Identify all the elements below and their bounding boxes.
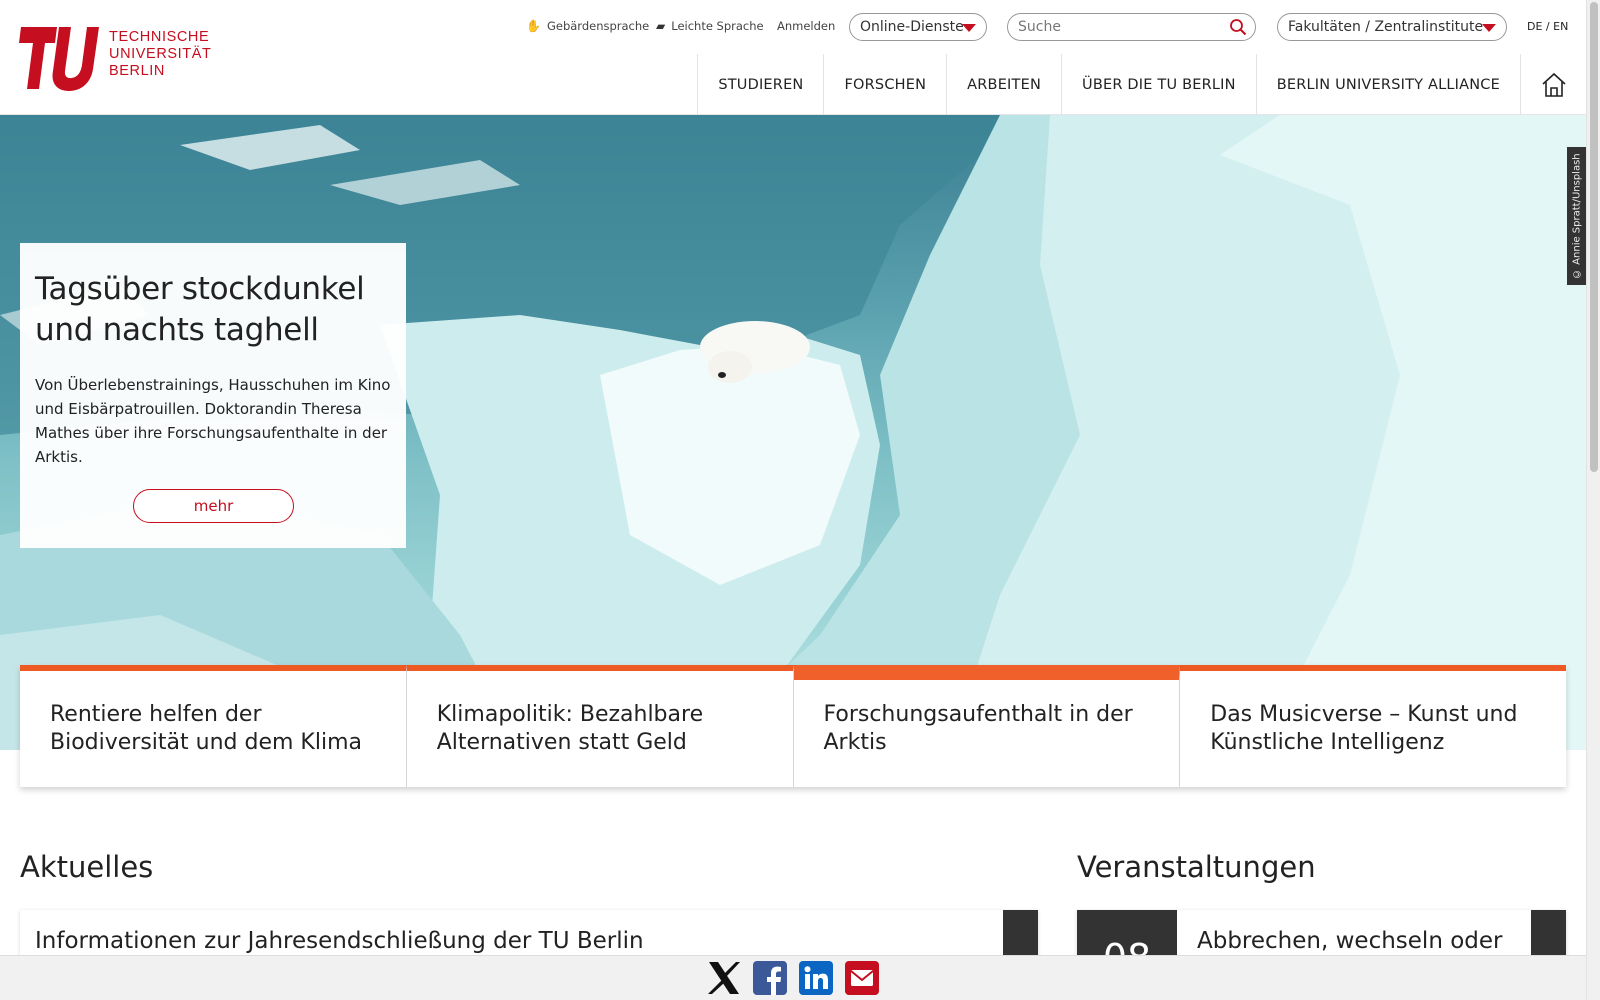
easy-language-link[interactable]: ▰ Leichte Sprache [656, 19, 764, 33]
login-link[interactable]: Anmelden [777, 19, 835, 33]
nav-forschen[interactable]: FORSCHEN [823, 54, 946, 115]
topic-tab-1[interactable]: Rentiere helfen der Biodiversität und de… [20, 665, 407, 787]
book-icon: ▰ [656, 19, 666, 33]
search-input[interactable] [1018, 17, 1218, 37]
logo-line-3: BERLIN [109, 63, 165, 79]
email-icon [845, 961, 879, 995]
linkedin-icon [799, 961, 833, 995]
topic-tab-3[interactable]: Forschungsaufenthalt in der Arktis [793, 665, 1181, 787]
nav-studieren[interactable]: STUDIEREN [697, 54, 823, 115]
scrollbar-thumb[interactable] [1590, 2, 1598, 472]
topic-tabs: Rentiere helfen der Biodiversität und de… [20, 665, 1566, 787]
facebook-icon [753, 961, 787, 995]
photo-credit: © Annie Spratt/Unsplash [1567, 147, 1587, 285]
nav-arbeiten[interactable]: ARBEITEN [946, 54, 1061, 115]
topic-tab-2[interactable]: Klimapolitik: Bezahlbare Alternativen st… [406, 665, 794, 787]
search-icon[interactable] [1229, 18, 1247, 36]
main-nav: STUDIEREN FORSCHEN ARBEITEN ÜBER DIE TU … [697, 54, 1586, 115]
topic-tab-4[interactable]: Das Musicverse – Kunst und Künstliche In… [1180, 665, 1566, 787]
online-services-label: Online-Dienste [860, 19, 964, 35]
logo-line-2: UNIVERSITÄT [109, 46, 212, 62]
share-linkedin-button[interactable] [798, 960, 834, 996]
page-scrollbar[interactable] [1586, 0, 1600, 1000]
share-email-button[interactable] [844, 960, 880, 996]
x-icon [708, 962, 740, 994]
site-header: TECHNISCHE UNIVERSITÄT BERLIN ✋ Gebärden… [0, 0, 1586, 115]
online-services-dropdown[interactable]: Online-Dienste [849, 13, 987, 41]
faculties-label: Fakultäten / Zentralinstitute [1288, 19, 1484, 35]
events-heading: Veranstaltungen [1077, 850, 1316, 884]
hero-text: Von Überlebenstrainings, Hausschuhen im … [35, 376, 391, 466]
home-button[interactable] [1520, 54, 1586, 115]
more-button[interactable]: mehr [133, 489, 294, 523]
chevron-down-icon [1482, 24, 1496, 32]
faculties-dropdown[interactable]: Fakultäten / Zentralinstitute [1277, 13, 1507, 41]
news-heading: Aktuelles [20, 850, 154, 884]
sign-language-icon: ✋ [526, 19, 541, 33]
news-item-title: Informationen zur Jahresendschließung de… [35, 928, 644, 954]
nav-berlin-university-alliance[interactable]: BERLIN UNIVERSITY ALLIANCE [1255, 54, 1520, 115]
sign-language-label: Gebärdensprache [546, 19, 650, 33]
hero-teaser-card: Tagsüber stockdunkel und nachts taghell … [20, 243, 406, 548]
share-facebook-button[interactable] [752, 960, 788, 996]
sign-language-link[interactable]: ✋ Gebärdensprache [526, 19, 649, 33]
search-box [1007, 13, 1256, 41]
share-bar [0, 955, 1586, 1000]
share-x-button[interactable] [706, 960, 742, 996]
easy-language-label: Leichte Sprache [671, 19, 764, 33]
nav-ueber-die-tu-berlin[interactable]: ÜBER DIE TU BERLIN [1061, 54, 1256, 115]
meta-nav: ✋ Gebärdensprache ▰ Leichte Sprache Anme… [0, 13, 1586, 41]
language-switch[interactable]: DE / EN [1527, 20, 1568, 33]
chevron-down-icon [962, 24, 976, 32]
home-icon [1541, 72, 1566, 97]
hero-title: Tagsüber stockdunkel und nachts taghell [35, 271, 365, 348]
hero-image: Tagsüber stockdunkel und nachts taghell … [0, 115, 1586, 750]
event-item-title: Abbrechen, wechseln oder [1197, 928, 1503, 954]
